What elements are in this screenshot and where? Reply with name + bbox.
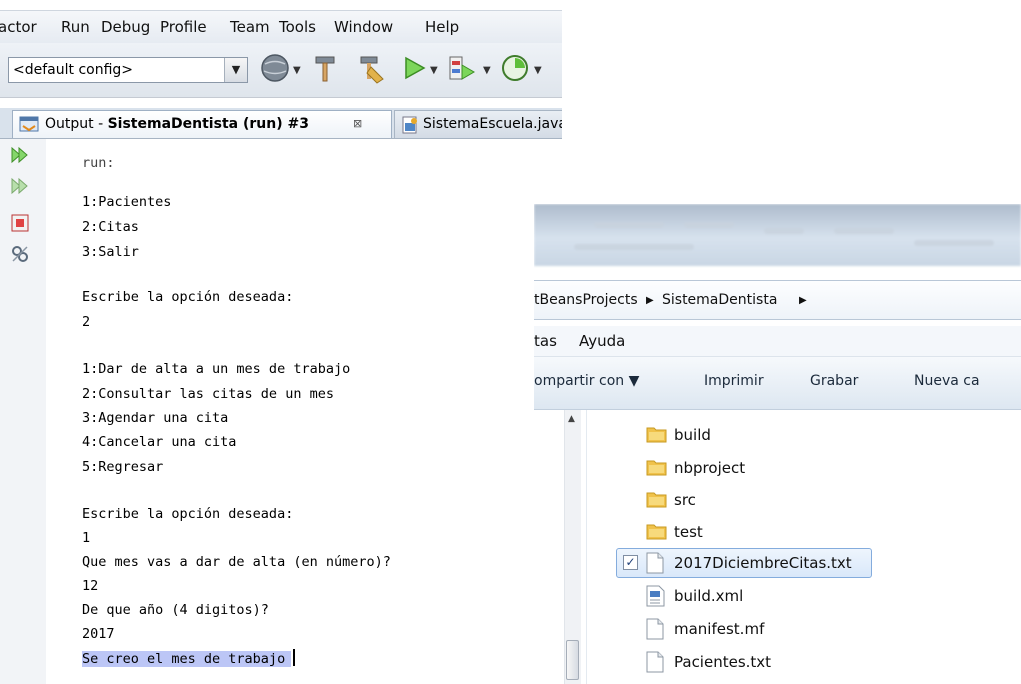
menu-bar: actor Run Debug Profile Team Tools Windo…	[0, 10, 562, 44]
dropdown-arrow-icon[interactable]: ▼	[483, 65, 491, 76]
console-line: Que mes vas a dar de alta (en número)?	[82, 554, 391, 570]
menu-profile[interactable]: Profile	[160, 18, 207, 36]
console-last-line: Se creo el mes de trabajo	[82, 649, 296, 667]
chevron-down-icon[interactable]: ▼	[224, 58, 247, 82]
dropdown-arrow-icon[interactable]: ▼	[430, 65, 438, 76]
command-bar: ompartir con ▼ Imprimir Grabar Nueva ca	[534, 357, 1021, 410]
hammer-icon[interactable]	[310, 53, 340, 83]
menu-help[interactable]: Help	[425, 18, 459, 36]
dropdown-arrow-icon[interactable]: ▼	[534, 65, 542, 76]
tab-output-prefix: Output -	[45, 116, 108, 132]
tab-output-project: SistemaDentista (run) #3	[107, 116, 309, 132]
breadcrumb-sistemadentista[interactable]: SistemaDentista	[662, 292, 777, 308]
menu-window[interactable]: Window	[334, 18, 393, 36]
selected-text: Se creo el mes de trabajo	[82, 651, 292, 667]
folder-icon	[646, 427, 667, 443]
menu-ayuda[interactable]: Ayuda	[579, 332, 625, 350]
console-line: Escribe la opción deseada:	[82, 506, 294, 522]
console-line: De que año (4 digitos)?	[82, 602, 269, 618]
output-gutter	[0, 139, 47, 684]
text-file-icon	[646, 651, 664, 673]
run-icon[interactable]	[400, 53, 428, 83]
folder-icon	[646, 524, 667, 540]
profile-icon[interactable]	[500, 53, 530, 83]
console-line: 1	[82, 530, 91, 546]
console-line: 3:Salir	[82, 244, 139, 260]
tab-bar: Output - SistemaDentista (run) #3 ⊠ Sist…	[0, 108, 562, 139]
new-folder-button[interactable]: Nueva ca	[914, 373, 980, 389]
console-line: 2:Consultar las citas de un mes	[82, 386, 334, 402]
tab-sistemaescuela[interactable]: SistemaEscuela.java	[394, 110, 562, 138]
file-icon	[646, 618, 664, 640]
menu-herramientas[interactable]: tas	[534, 332, 557, 350]
file-item-label: build.xml	[674, 587, 744, 605]
rerun-icon[interactable]	[10, 145, 30, 165]
rerun-with-params-icon[interactable]	[10, 176, 30, 196]
console-line: run:	[82, 155, 115, 171]
debug-icon[interactable]	[446, 53, 478, 85]
console-line: Escribe la opción deseada:	[82, 289, 294, 305]
burn-button[interactable]: Grabar	[810, 373, 858, 389]
tab-output[interactable]: Output - SistemaDentista (run) #3 ⊠	[12, 110, 392, 138]
breadcrumb-netbeansprojects[interactable]: tBeansProjects	[534, 292, 638, 308]
scroll-up-icon[interactable]: ▲	[568, 414, 575, 424]
scrollbar-thumb[interactable]	[566, 640, 579, 680]
console-line: 2017	[82, 626, 115, 642]
stop-icon[interactable]	[10, 213, 30, 233]
toolbar: <default config> ▼ ▼ ▼ ▼ ▼	[0, 43, 562, 98]
output-window-icon	[19, 116, 39, 132]
file-item-label: nbproject	[674, 459, 746, 477]
menu-tools[interactable]: Tools	[279, 18, 316, 36]
chevron-right-icon[interactable]: ▶	[799, 295, 807, 306]
console-line: 4:Cancelar una cita	[82, 434, 237, 450]
dropdown-arrow-icon[interactable]: ▼	[293, 65, 301, 76]
java-file-icon	[402, 116, 417, 134]
clean-build-icon[interactable]	[355, 53, 387, 85]
console-line: 5:Regresar	[82, 459, 164, 475]
nav-scrollbar[interactable]: ▲	[564, 410, 581, 684]
item-checkbox[interactable]: ✓	[623, 555, 638, 570]
folder-icon	[646, 460, 667, 476]
text-caret	[293, 649, 296, 666]
file-item-label: test	[674, 523, 703, 541]
file-item-label: Pacientes.txt	[674, 653, 772, 671]
config-select-value: <default config>	[13, 62, 134, 78]
file-item-label: manifest.mf	[674, 620, 765, 638]
console-line: 1:Pacientes	[82, 194, 172, 210]
console-line: 2:Citas	[82, 219, 139, 235]
file-item-label: 2017DiciembreCitas.txt	[674, 554, 852, 572]
menu-refactor[interactable]: actor	[0, 18, 37, 36]
config-select[interactable]: <default config> ▼	[8, 57, 248, 83]
console-line: 1:Dar de alta a un mes de trabajo	[82, 361, 351, 377]
settings-icon[interactable]	[10, 244, 30, 264]
folder-icon	[646, 492, 667, 508]
console-line: 12	[82, 578, 99, 594]
xml-file-icon	[646, 585, 665, 607]
menu-run[interactable]: Run	[61, 18, 90, 36]
tab-sistemaescuela-label: SistemaEscuela.java	[423, 116, 562, 132]
share-with-button[interactable]: ompartir con ▼	[534, 373, 639, 389]
netbeans-window: actor Run Debug Profile Team Tools Windo…	[0, 0, 562, 684]
console-line: 3:Agendar una cita	[82, 410, 229, 426]
console-line: 2	[82, 314, 91, 330]
blurred-toolbar	[534, 204, 1021, 266]
file-item-label: src	[674, 491, 696, 509]
globe-icon[interactable]	[260, 53, 290, 83]
print-button[interactable]: Imprimir	[704, 373, 764, 389]
explorer-menu-bar: tas Ayuda	[534, 326, 1021, 357]
text-file-icon	[646, 552, 664, 574]
output-console[interactable]: run: 1:Pacientes 2:Citas 3:Salir Escribe…	[46, 139, 562, 684]
explorer-window: tBeansProjects ▶ SistemaDentista ▶ tas A…	[534, 204, 1021, 684]
chevron-right-icon[interactable]: ▶	[646, 295, 654, 306]
menu-team[interactable]: Team	[230, 18, 270, 36]
address-bar[interactable]: tBeansProjects ▶ SistemaDentista ▶	[534, 280, 1021, 320]
close-icon[interactable]: ⊠	[353, 117, 362, 130]
file-item-label: build	[674, 426, 711, 444]
menu-debug[interactable]: Debug	[101, 18, 150, 36]
